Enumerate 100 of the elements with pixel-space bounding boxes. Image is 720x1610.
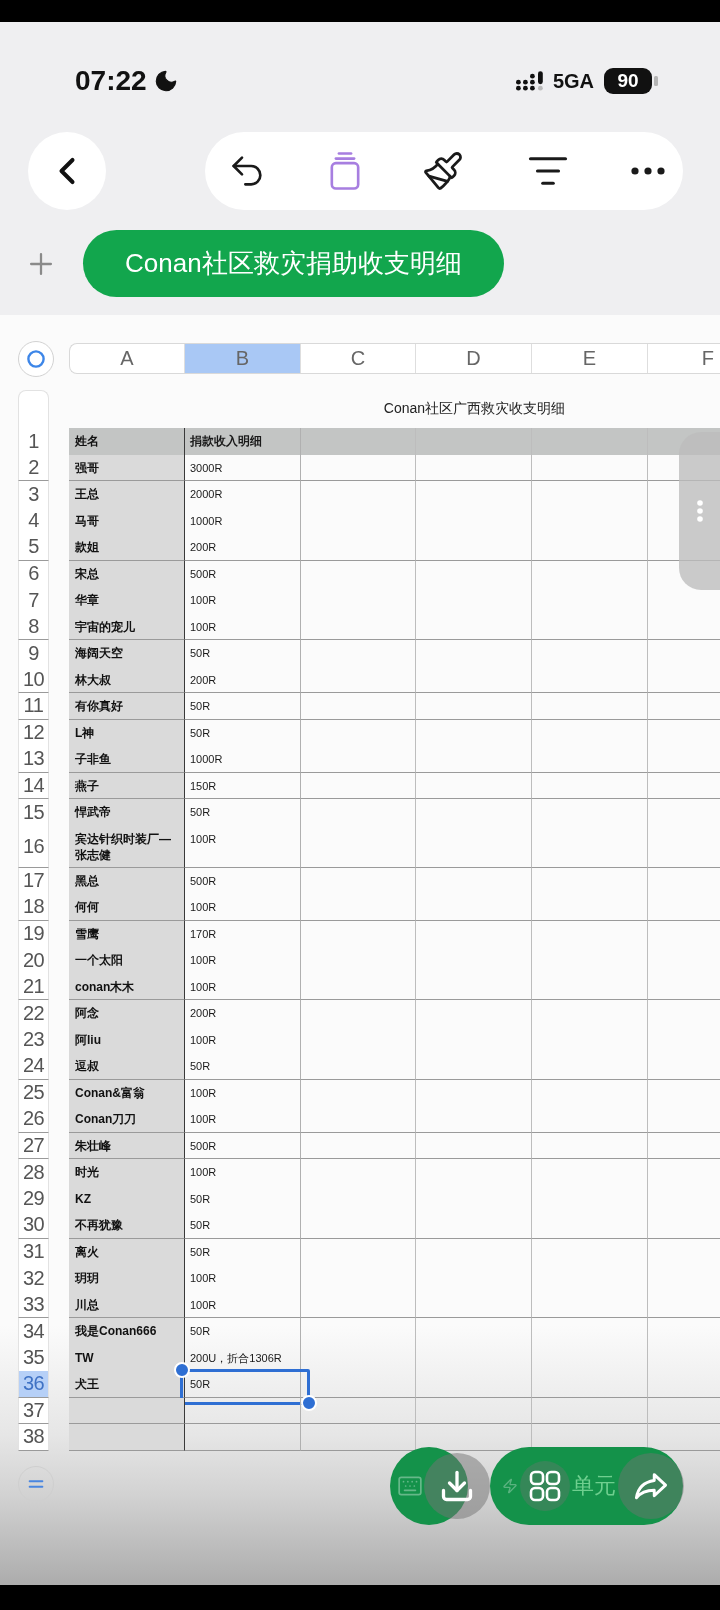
selection-handle[interactable] <box>301 1394 317 1411</box>
row-number[interactable]: 6 <box>18 560 49 587</box>
amount-cell: 100R <box>185 1079 301 1106</box>
row-number[interactable]: 9 <box>18 640 49 667</box>
amount-cell: 100R <box>185 894 301 921</box>
select-all-button[interactable] <box>18 340 54 377</box>
side-panel-handle[interactable] <box>679 432 720 590</box>
row-number[interactable]: 24 <box>18 1053 49 1080</box>
sheet-title: Conan社区广西救灾收支明细 <box>382 400 567 418</box>
battery-level: 90 <box>604 68 652 94</box>
ring-icon <box>27 349 45 368</box>
row-number[interactable]: 8 <box>18 613 49 640</box>
row-number[interactable]: 38 <box>18 1424 49 1451</box>
network-type: 5GA <box>552 70 594 92</box>
row-number[interactable]: 29 <box>18 1185 49 1212</box>
row-number[interactable]: 26 <box>18 1106 49 1133</box>
amount-cell: 500R <box>185 1132 301 1159</box>
row-number[interactable]: 4 <box>18 507 49 534</box>
lightning-icon <box>502 1478 518 1494</box>
more-icon[interactable] <box>631 166 665 175</box>
row-number[interactable]: 7 <box>18 587 49 614</box>
row-header-top <box>18 390 49 428</box>
amount-cell: 100R <box>185 1159 301 1186</box>
row-number[interactable]: 37 <box>18 1397 49 1424</box>
amount-cell: 150R <box>185 772 301 799</box>
name-cell: KZ <box>69 1185 185 1212</box>
status-time: 07:22 <box>75 66 147 96</box>
amount-cell: 50R <box>185 719 301 746</box>
row-number[interactable]: 3 <box>18 481 49 508</box>
row-number[interactable]: 33 <box>18 1291 49 1318</box>
row-number[interactable]: 21 <box>18 973 49 1000</box>
row-number[interactable]: 17 <box>18 867 49 894</box>
amount-cell: 2000R <box>185 481 301 508</box>
row-number[interactable]: 19 <box>18 920 49 947</box>
row-number[interactable]: 25 <box>18 1079 49 1106</box>
amount-cell: 100R <box>185 1026 301 1053</box>
row-number[interactable]: 5 <box>18 534 49 561</box>
column-header[interactable]: C <box>301 344 416 373</box>
selection-handle[interactable] <box>174 1362 190 1378</box>
amount-cell: 170R <box>185 920 301 947</box>
name-cell: 强哥 <box>69 454 185 481</box>
name-cell: 款姐 <box>69 534 185 561</box>
column-header[interactable]: F <box>648 344 720 373</box>
row-number[interactable]: 35 <box>18 1344 49 1371</box>
row-number[interactable]: 28 <box>18 1159 49 1186</box>
amount-cell: 200R <box>185 666 301 693</box>
row-number[interactable]: 23 <box>18 1026 49 1053</box>
column-title-cell: 捐款收入明细 <box>185 428 301 455</box>
name-cell: 黑总 <box>69 867 185 894</box>
name-cell: 宋总 <box>69 560 185 587</box>
signal-icon <box>515 71 543 91</box>
row-number[interactable]: 18 <box>18 894 49 921</box>
row-number[interactable]: 15 <box>18 799 49 826</box>
name-cell: 犬王 <box>69 1371 185 1398</box>
column-header[interactable]: D <box>416 344 532 373</box>
name-cell: 朱壮峰 <box>69 1132 185 1159</box>
row-number[interactable]: 2 <box>18 454 49 481</box>
row-number[interactable]: 16 <box>18 825 49 868</box>
amount-cell: 100R <box>185 1291 301 1318</box>
name-cell: 不再犹豫 <box>69 1212 185 1239</box>
name-cell: conan木木 <box>69 973 185 1000</box>
row-number[interactable]: 27 <box>18 1132 49 1159</box>
amount-cell: 100R <box>185 1265 301 1292</box>
name-cell: 王总 <box>69 481 185 508</box>
paintbrush-icon[interactable] <box>422 149 464 192</box>
row-number[interactable]: 14 <box>18 772 49 799</box>
name-cell: 何何 <box>69 894 185 921</box>
amount-cell: 100R <box>185 825 301 868</box>
amount-cell: 100R <box>185 973 301 1000</box>
row-number[interactable]: 11 <box>18 693 49 720</box>
row-number[interactable]: 20 <box>18 947 49 974</box>
row-number[interactable]: 32 <box>18 1265 49 1292</box>
name-cell: 宾达针织时装厂—张志健 <box>69 825 185 868</box>
stacked-pages-icon[interactable] <box>329 151 360 190</box>
column-header[interactable]: E <box>532 344 648 373</box>
row-number[interactable]: 13 <box>18 746 49 773</box>
column-title-cell: 姓名 <box>69 428 185 455</box>
row-number[interactable]: 34 <box>18 1318 49 1345</box>
amount-cell: 50R <box>185 1212 301 1239</box>
amount-cell: 50R <box>185 1185 301 1212</box>
amount-cell: 50R <box>185 693 301 720</box>
row-number[interactable]: 31 <box>18 1238 49 1265</box>
name-cell: 阿liu <box>69 1026 185 1053</box>
name-cell: TW <box>69 1344 185 1371</box>
name-cell: 燕子 <box>69 772 185 799</box>
amount-cell: 1000R <box>185 746 301 773</box>
name-cell: 我是Conan666 <box>69 1318 185 1345</box>
row-number[interactable]: 30 <box>18 1212 49 1239</box>
row-number[interactable]: 10 <box>18 666 49 693</box>
row-number[interactable]: 22 <box>18 1000 49 1027</box>
row-number[interactable]: 12 <box>18 719 49 746</box>
download-icon <box>439 1468 475 1504</box>
amount-cell: 50R <box>185 1053 301 1080</box>
amount-cell: 100R <box>185 947 301 974</box>
battery-tip-icon <box>654 76 658 86</box>
amount-cell: 50R <box>185 1318 301 1345</box>
name-cell: 一个太阳 <box>69 947 185 974</box>
name-cell: 子非鱼 <box>69 746 185 773</box>
row-number[interactable]: 1 <box>18 428 49 455</box>
amount-cell: 500R <box>185 867 301 894</box>
